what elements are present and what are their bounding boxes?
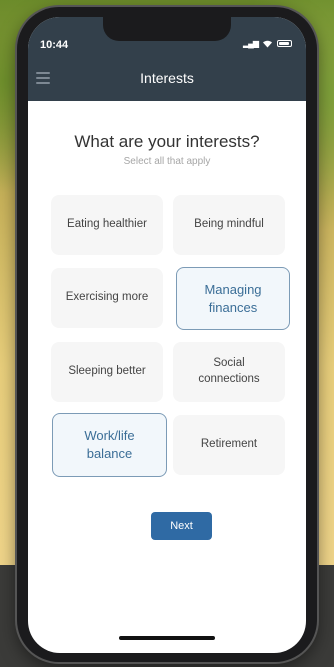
battery-icon (277, 40, 292, 47)
phone-frame: 10:44 ▂▄▆ Interests What are your intere… (17, 7, 317, 662)
interest-label: Being mindful (194, 218, 264, 231)
interest-eating-healthier[interactable]: Eating healthier (51, 195, 163, 255)
interests-question: What are your interests? (74, 132, 260, 151)
phone-screen: 10:44 ▂▄▆ Interests What are your intere… (28, 17, 306, 653)
next-button[interactable]: Next (151, 512, 212, 540)
status-icons: ▂▄▆ (243, 39, 292, 48)
interest-label: Retirement (200, 438, 258, 451)
interest-work-life-balance[interactable]: Work/life balance (52, 413, 167, 477)
interest-label: Social connections (198, 357, 260, 385)
interest-exercising-more[interactable]: Exercising more (51, 268, 163, 328)
interest-sleeping-better[interactable]: Sleeping better (51, 342, 163, 402)
interest-label: Managing finances (204, 281, 262, 315)
interest-label: Sleeping better (68, 365, 146, 378)
phone-notch (103, 17, 231, 41)
interest-being-mindful[interactable]: Being mindful (173, 195, 285, 255)
home-indicator[interactable] (119, 636, 215, 640)
interest-retirement[interactable]: Retirement (173, 415, 285, 475)
wifi-icon (263, 40, 272, 48)
signal-icon: ▂▄▆ (243, 39, 259, 48)
interests-subtitle: Select all that apply (123, 156, 211, 167)
page-title: Interests (140, 70, 194, 86)
status-time: 10:44 (40, 39, 69, 51)
interest-label: Work/life balance (84, 428, 135, 461)
interest-label: Exercising more (65, 291, 149, 304)
interest-social-connections[interactable]: Social connections (173, 342, 285, 402)
interest-label: Eating healthier (67, 218, 147, 231)
interest-managing-finances[interactable]: Managing finances (176, 267, 290, 330)
